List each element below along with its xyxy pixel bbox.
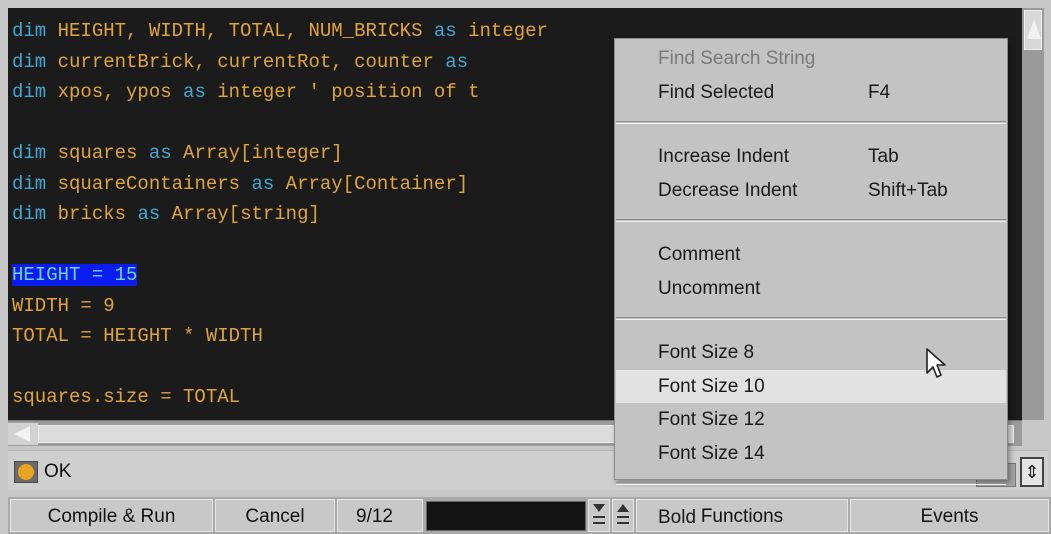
menu-separator (616, 317, 1006, 320)
code-line[interactable]: dim bricks as Array[string] (12, 199, 548, 230)
code-line[interactable]: dim xpos, ypos as integer ' position of … (12, 77, 548, 108)
compile-run-button[interactable]: Compile & Run (10, 499, 213, 532)
vertical-scrollbar[interactable] (1022, 8, 1044, 420)
menu-item-label: Comment (658, 244, 741, 265)
scroll-up-arrow-icon[interactable] (1024, 10, 1042, 50)
menu-item-label: Bold (658, 507, 697, 528)
cancel-button[interactable]: Cancel (215, 499, 335, 532)
code-token: HEIGHT, WIDTH, TOTAL, NUM_BRICKS (46, 20, 434, 42)
menu-item-bold[interactable]: Bold (616, 501, 1006, 534)
menu-item-label: Font Size 10 (658, 375, 765, 397)
selected-code: HEIGHT = 15 (12, 264, 138, 286)
menu-separator (616, 121, 1006, 124)
code-lines: dim HEIGHT, WIDTH, TOTAL, NUM_BRICKS as … (12, 16, 548, 413)
menu-item-increase-indent[interactable]: Increase Indent Tab (616, 140, 1006, 173)
code-line[interactable] (12, 230, 548, 261)
progress-bar (426, 501, 586, 531)
menu-separator (616, 219, 1006, 222)
menu-item-find-selected[interactable]: Find Selected F4 (616, 76, 1006, 109)
code-keyword: dim (12, 172, 47, 195)
menu-item-decrease-indent[interactable]: Decrease Indent Shift+Tab (616, 174, 1006, 207)
menu-item-font-size-14[interactable]: Font Size 14 (616, 437, 1006, 470)
menu-item-label: Font Size 12 (658, 409, 765, 430)
code-keyword: dim (12, 203, 47, 225)
code-token: Array[string] (160, 203, 320, 225)
menu-item-shortcut: Tab (868, 146, 899, 167)
code-line[interactable]: squares.size = TOTAL (12, 382, 548, 413)
code-line[interactable] (12, 352, 548, 383)
code-line[interactable]: dim squares as Array[integer] (12, 138, 548, 169)
menu-item-label: Find Search String (658, 48, 816, 69)
code-line[interactable]: dim currentBrick, currentRot, counter as (12, 47, 548, 78)
menu-item-label: Uncomment (658, 277, 761, 299)
menu-separator (616, 482, 1006, 485)
menu-item-shortcut: F4 (868, 81, 891, 103)
menu-item-find-search-string: Find Search String (616, 42, 1006, 75)
menu-item-label: Font Size 14 (658, 442, 765, 464)
code-token: squares.size = TOTAL (12, 386, 241, 408)
status-text: OK (44, 461, 72, 482)
code-token: Array[Container] (274, 172, 469, 195)
code-keyword: dim (12, 142, 47, 164)
mouse-pointer-icon (926, 348, 946, 378)
code-keyword: as (148, 142, 172, 164)
step-down-icon[interactable] (588, 499, 610, 532)
menu-item-label: Font Size 8 (658, 342, 755, 363)
code-keyword: dim (12, 81, 47, 103)
code-keyword: as (445, 50, 469, 73)
up-down-arrows-icon[interactable]: ⇕ (1020, 457, 1044, 487)
code-token: currentBrick, currentRot, counter (46, 50, 446, 73)
code-keyword: as (183, 81, 206, 103)
code-token: Array[integer] (171, 142, 343, 164)
menu-item-font-size-12[interactable]: Font Size 12 (616, 403, 1006, 436)
menu-item-uncomment[interactable]: Uncomment (616, 272, 1006, 305)
code-line[interactable]: WIDTH = 9 (12, 291, 548, 322)
code-keyword: as (251, 172, 275, 195)
scroll-left-arrow-icon[interactable] (8, 423, 38, 445)
menu-item-label: Decrease Indent (658, 179, 798, 201)
code-keyword: dim (12, 50, 47, 73)
code-token: xpos, ypos (46, 81, 184, 103)
code-keyword: as (433, 20, 457, 42)
menu-item-shortcut: Shift+Tab (868, 179, 948, 201)
script-status-icon (14, 461, 38, 483)
code-token: WIDTH = 9 (12, 294, 115, 317)
code-token: TOTAL = HEIGHT * WIDTH (12, 325, 263, 347)
code-line[interactable]: HEIGHT = 15 (12, 260, 548, 291)
menu-item-label: Find Selected (658, 81, 775, 103)
progress-counter: 9/12 (337, 499, 423, 532)
code-token: integer (456, 20, 548, 42)
context-menu: Find Search String Find Selected F4 Increas… (614, 38, 1008, 528)
code-line[interactable]: dim HEIGHT, WIDTH, TOTAL, NUM_BRICKS as … (12, 16, 548, 47)
code-line[interactable]: TOTAL = HEIGHT * WIDTH (12, 321, 548, 352)
code-line[interactable] (12, 108, 548, 139)
code-token: bricks (46, 203, 138, 225)
menu-item-comment[interactable]: Comment (616, 238, 1006, 271)
code-keyword: dim (12, 20, 47, 42)
code-keyword: as (137, 203, 161, 225)
code-token: squares (46, 142, 149, 164)
code-line[interactable]: dim squareContainers as Array[Container] (12, 169, 548, 200)
menu-item-label: Increase Indent (658, 146, 789, 167)
code-token: integer ' position of t (205, 81, 480, 103)
code-token: squareContainers (46, 172, 252, 195)
